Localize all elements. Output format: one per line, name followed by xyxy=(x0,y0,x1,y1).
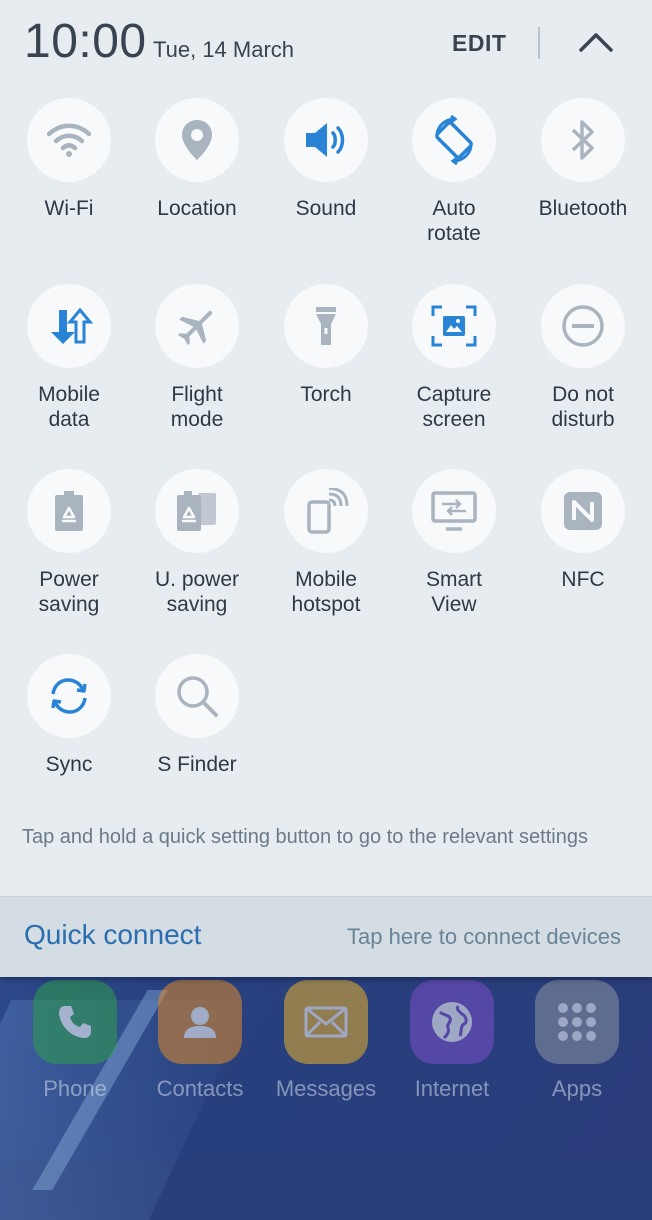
dock-label: Apps xyxy=(551,1076,603,1101)
dock-label: Internet xyxy=(414,1076,490,1101)
tile-ultra-power-saving[interactable]: U. power saving xyxy=(133,469,261,617)
wifi-icon xyxy=(27,98,111,182)
quick-connect-title: Quick connect xyxy=(24,919,202,950)
tile-capture-screen[interactable]: Capture screen xyxy=(390,284,518,432)
date: Tue, 14 March xyxy=(153,37,295,62)
tile-sync[interactable]: Sync xyxy=(5,654,133,777)
tile-label: S Finder xyxy=(157,753,237,776)
mobile-data-icon xyxy=(27,284,111,368)
dock-label: Messages xyxy=(275,1076,377,1101)
tile-sound[interactable]: Sound xyxy=(262,98,390,221)
location-pin-icon xyxy=(155,98,239,182)
dock-app-apps[interactable]: Apps xyxy=(514,980,640,1102)
sync-icon xyxy=(27,654,111,738)
tile-auto-rotate[interactable]: Auto rotate xyxy=(390,98,518,246)
contacts-icon xyxy=(158,980,242,1064)
edit-button[interactable]: EDIT xyxy=(452,30,506,57)
tile-label: Mobile data xyxy=(38,383,100,431)
tile-wifi[interactable]: Wi-Fi xyxy=(5,98,133,221)
tile-flight-mode[interactable]: Flight mode xyxy=(133,284,261,432)
bluetooth-icon xyxy=(541,98,625,182)
tile-label: Mobile hotspot xyxy=(291,568,361,616)
tile-label: U. power saving xyxy=(154,568,240,616)
torch-icon xyxy=(284,284,368,368)
dock-app-contacts[interactable]: Contacts xyxy=(137,980,263,1102)
tile-bluetooth[interactable]: Bluetooth xyxy=(519,98,647,221)
tile-label: NFC xyxy=(561,568,605,591)
ultra-power-saving-icon xyxy=(155,469,239,553)
tile-label: Sync xyxy=(45,753,93,776)
capture-screen-icon xyxy=(412,284,496,368)
quick-connect-bar[interactable]: Quick connect Tap here to connect device… xyxy=(0,896,652,977)
panel-header: 10:00 Tue, 14 March EDIT xyxy=(0,0,652,90)
tile-mobile-hotspot[interactable]: Mobile hotspot xyxy=(262,469,390,617)
auto-rotate-icon xyxy=(412,98,496,182)
dock-app-messages[interactable]: Messages xyxy=(263,980,389,1102)
tile-nfc[interactable]: NFC xyxy=(519,469,647,592)
tile-label: Do not disturb xyxy=(551,383,615,431)
tile-label: Location xyxy=(157,197,237,220)
battery-recycle-icon xyxy=(27,469,111,553)
messages-icon xyxy=(284,980,368,1064)
nfc-icon xyxy=(541,469,625,553)
tile-label: Wi-Fi xyxy=(44,197,94,220)
dock-app-internet[interactable]: Internet xyxy=(389,980,515,1102)
apps-grid-icon xyxy=(535,980,619,1064)
dock-label: Contacts xyxy=(156,1076,244,1101)
smart-view-icon xyxy=(412,469,496,553)
tile-label: Capture screen xyxy=(416,383,492,431)
dock-app-phone[interactable]: Phone xyxy=(12,980,138,1102)
airplane-icon xyxy=(155,284,239,368)
tile-s-finder[interactable]: S Finder xyxy=(133,654,261,777)
tile-label: Sound xyxy=(295,197,357,220)
tile-label: Bluetooth xyxy=(538,197,628,220)
tile-torch[interactable]: Torch xyxy=(262,284,390,407)
globe-icon xyxy=(410,980,494,1064)
chevron-up-icon[interactable] xyxy=(574,22,618,62)
app-dock: Phone Contacts Messages Internet Apps xyxy=(0,976,652,1159)
tile-power-saving[interactable]: Power saving xyxy=(5,469,133,617)
speaker-icon xyxy=(284,98,368,182)
hotspot-icon xyxy=(284,469,368,553)
quick-settings-hint: Tap and hold a quick setting button to g… xyxy=(22,826,588,848)
tile-smart-view[interactable]: Smart View xyxy=(390,469,518,617)
dock-label: Phone xyxy=(43,1076,107,1101)
do-not-disturb-icon xyxy=(541,284,625,368)
clock: 10:00 xyxy=(24,15,147,68)
tile-do-not-disturb[interactable]: Do not disturb xyxy=(519,284,647,432)
tile-mobile-data[interactable]: Mobile data xyxy=(5,284,133,432)
phone-icon xyxy=(33,980,117,1064)
tile-label: Auto rotate xyxy=(427,197,481,245)
header-divider xyxy=(538,27,540,59)
quick-connect-hint: Tap here to connect devices xyxy=(347,924,621,949)
quick-settings-panel: 10:00 Tue, 14 March EDIT Wi-Fi Location … xyxy=(0,0,652,977)
search-icon xyxy=(155,654,239,738)
tile-location[interactable]: Location xyxy=(133,98,261,221)
tile-label: Flight mode xyxy=(170,383,224,431)
tile-label: Power saving xyxy=(38,568,100,616)
tile-label: Smart View xyxy=(425,568,482,616)
tile-label: Torch xyxy=(300,383,352,406)
